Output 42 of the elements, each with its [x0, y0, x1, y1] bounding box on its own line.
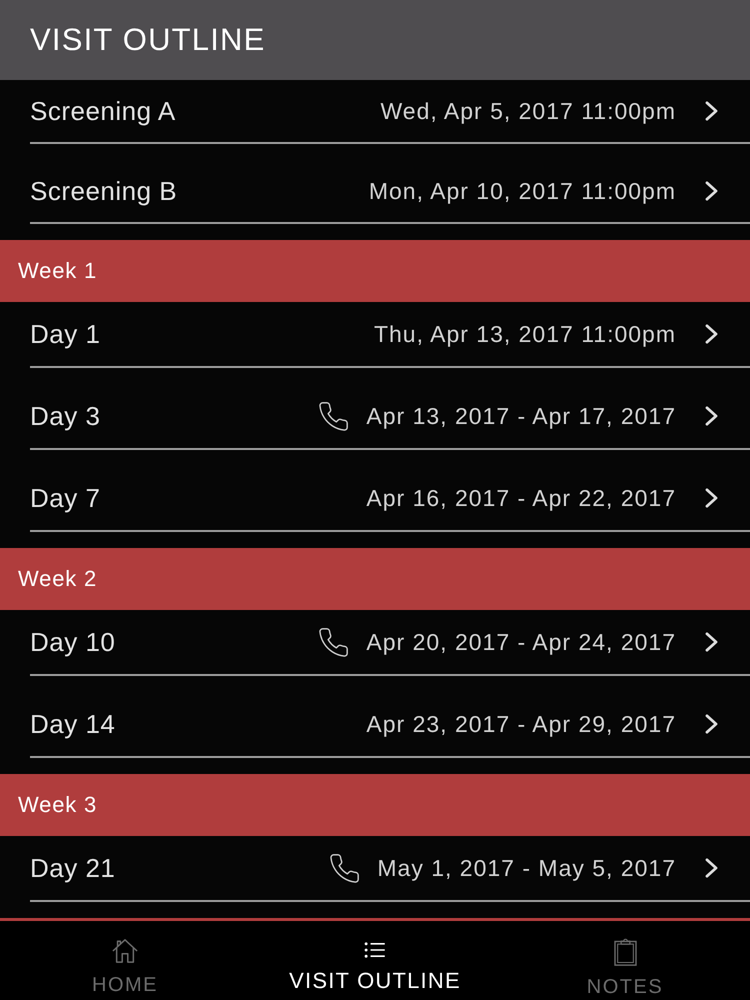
tab-button[interactable]: HOME — [0, 921, 250, 1000]
section-header: Week 2 — [0, 548, 750, 610]
date-text: Thu, Apr 13, 2017 11:00pm — [374, 320, 676, 348]
chevron-right-icon — [705, 858, 718, 878]
chevron-right-icon — [705, 324, 718, 344]
list-item[interactable]: Day 21 May 1, 2017 - May 5, 2017 — [30, 836, 750, 902]
date-text: Wed, Apr 5, 2017 11:00pm — [380, 98, 676, 124]
item-label: Day 21 — [30, 852, 116, 884]
item-label: Screening A — [30, 96, 177, 126]
section-header: Week 1 — [0, 240, 750, 302]
list-icon — [364, 942, 386, 958]
date-text: Apr 23, 2017 - Apr 29, 2017 — [366, 710, 676, 738]
section-header: Week 3 — [0, 774, 750, 836]
chevron-right-icon — [705, 488, 718, 508]
list-item[interactable]: Day 3 Apr 13, 2017 - Apr 17, 2017 — [30, 384, 750, 450]
list-item[interactable]: Screening A Wed, Apr 5, 2017 11:00pm — [30, 80, 750, 144]
chevron-right-icon — [705, 714, 718, 734]
tab-button[interactable]: VISIT OUTLINE — [250, 921, 500, 1000]
item-label: Day 7 — [30, 482, 102, 514]
screen-title: VISIT OUTLINE — [30, 22, 266, 58]
date-text: Apr 20, 2017 - Apr 24, 2017 — [366, 628, 676, 656]
chevron-right-icon — [705, 181, 718, 201]
item-label: Day 14 — [30, 708, 116, 740]
list-item[interactable]: Day 14 Apr 23, 2017 - Apr 29, 2017 — [30, 692, 750, 758]
date-text: Apr 13, 2017 - Apr 17, 2017 — [366, 402, 676, 430]
chevron-right-icon — [705, 406, 718, 426]
list-item[interactable]: Day 10 Apr 20, 2017 - Apr 24, 2017 — [30, 610, 750, 676]
list-item[interactable]: Day 1 Thu, Apr 13, 2017 11:00pm — [30, 302, 750, 368]
date-text: Apr 16, 2017 - Apr 22, 2017 — [366, 484, 676, 512]
item-label: Day 10 — [30, 626, 116, 658]
clipboard-icon — [614, 938, 636, 966]
item-label: Day 3 — [30, 400, 102, 432]
house-icon — [111, 938, 139, 964]
item-label: Screening B — [30, 176, 178, 206]
date-text: Mon, Apr 10, 2017 11:00pm — [368, 178, 676, 204]
date-text: May 1, 2017 - May 5, 2017 — [377, 854, 676, 882]
tab-button[interactable]: NOTES — [500, 921, 750, 1000]
list-item[interactable]: Day 7 Apr 16, 2017 - Apr 22, 2017 — [30, 466, 750, 532]
chevron-right-icon — [705, 101, 718, 121]
list-item[interactable]: Screening B Mon, Apr 10, 2017 11:00pm — [30, 160, 750, 224]
chevron-right-icon — [705, 632, 718, 652]
item-label: Day 1 — [30, 318, 102, 350]
